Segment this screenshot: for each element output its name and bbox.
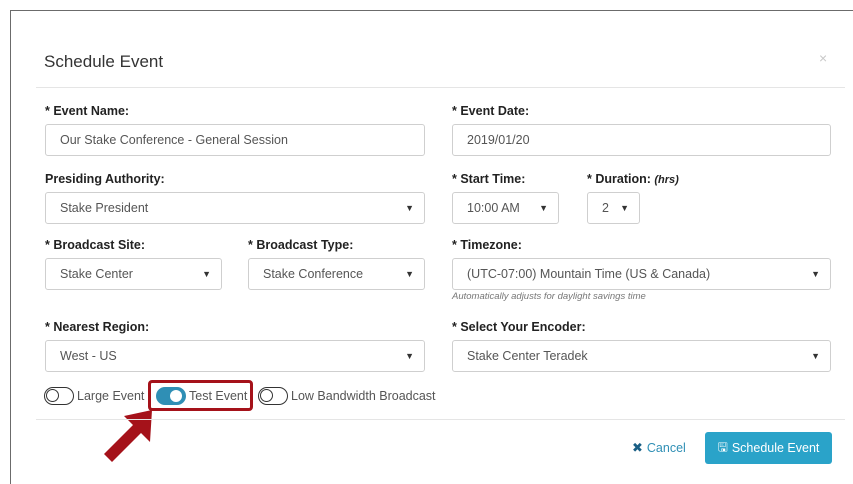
timezone-help-text: Automatically adjusts for daylight savin… [452,291,646,302]
start-time-value: 10:00 AM [467,201,520,215]
close-icon[interactable]: × [819,50,827,66]
duration-unit: (hrs) [654,174,679,186]
event-name-label: * Event Name: [45,104,130,118]
cancel-button[interactable]: ✖ Cancel [632,440,686,456]
nearest-region-value: West - US [60,349,117,363]
broadcast-type-label: * Broadcast Type: [248,238,354,252]
encoder-label: * Select Your Encoder: [452,320,586,334]
caret-down-icon: ▼ [620,203,629,213]
arrow-icon [104,410,152,462]
caret-down-icon: ▼ [202,269,211,279]
event-date-value: 2019/01/20 [467,133,530,147]
duration-value: 2 [602,201,609,215]
x-icon: ✖ [632,440,643,455]
event-date-label: * Event Date: [452,104,530,118]
event-name-value: Our Stake Conference - General Session [60,133,288,147]
header-divider [36,87,845,88]
save-icon: 🖫 [717,439,728,454]
duration-select[interactable]: 2 ▼ [587,192,640,224]
broadcast-site-value: Stake Center [60,267,133,281]
caret-down-icon: ▼ [539,203,548,213]
timezone-value: (UTC-07:00) Mountain Time (US & Canada) [467,267,711,281]
toggle-switch-off[interactable] [258,387,288,405]
cancel-label: Cancel [646,441,686,455]
nearest-region-select[interactable]: West - US ▼ [45,340,425,372]
caret-down-icon: ▼ [405,203,414,213]
schedule-event-button[interactable]: 🖫 Schedule Event [705,432,832,464]
encoder-value: Stake Center Teradek [467,349,588,363]
nearest-region-label: * Nearest Region: [45,320,150,334]
timezone-select[interactable]: (UTC-07:00) Mountain Time (US & Canada) ▼ [452,258,831,290]
caret-down-icon: ▼ [811,269,820,279]
start-time-label: * Start Time: [452,172,526,186]
large-event-toggle[interactable]: Large Event [44,386,144,406]
footer-divider [36,419,845,420]
duration-label-text: * Duration: [587,172,651,186]
caret-down-icon: ▼ [811,351,820,361]
low-bandwidth-label: Low Bandwidth Broadcast [291,389,436,403]
broadcast-type-value: Stake Conference [263,267,364,281]
toggle-knob [260,389,273,402]
low-bandwidth-toggle[interactable]: Low Bandwidth Broadcast [258,386,436,406]
modal-title: Schedule Event [44,52,164,71]
toggle-switch-off[interactable] [44,387,74,405]
presiding-authority-select[interactable]: Stake President ▼ [45,192,425,224]
start-time-select[interactable]: 10:00 AM ▼ [452,192,559,224]
schedule-event-label: Schedule Event [731,441,820,455]
presiding-authority-label: Presiding Authority: [45,172,165,186]
encoder-select[interactable]: Stake Center Teradek ▼ [452,340,831,372]
caret-down-icon: ▼ [405,269,414,279]
presiding-authority-value: Stake President [60,201,149,215]
timezone-label: * Timezone: [452,238,522,252]
broadcast-type-select[interactable]: Stake Conference ▼ [248,258,425,290]
toggle-knob [46,389,59,402]
event-date-input[interactable]: 2019/01/20 [452,124,831,156]
broadcast-site-label: * Broadcast Site: [45,238,146,252]
event-name-input[interactable]: Our Stake Conference - General Session [45,124,425,156]
large-event-label: Large Event [77,389,145,403]
broadcast-site-select[interactable]: Stake Center ▼ [45,258,222,290]
caret-down-icon: ▼ [405,351,414,361]
annotation-highlight-box [148,380,253,411]
duration-label: * Duration: (hrs) [587,172,679,186]
